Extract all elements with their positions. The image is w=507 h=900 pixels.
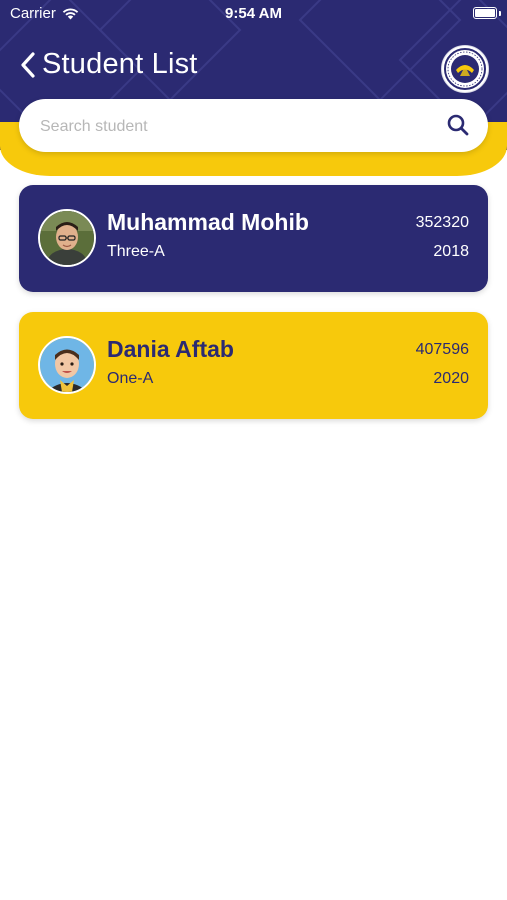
student-photo-boy <box>40 211 94 265</box>
student-id: 352320 <box>415 214 469 231</box>
back-button[interactable]: Student List <box>18 48 198 81</box>
search-icon[interactable] <box>446 113 470 137</box>
search-input[interactable] <box>38 99 442 154</box>
student-class: Three-A <box>107 243 165 260</box>
student-photo-child <box>40 338 94 392</box>
student-name: Dania Aftab <box>107 336 234 362</box>
battery-level <box>475 9 495 17</box>
student-avatar <box>38 209 96 267</box>
school-seal-icon <box>444 48 486 90</box>
status-bar: Carrier 9:54 AM <box>0 0 507 28</box>
battery-tip <box>499 11 501 16</box>
search-bar <box>19 99 488 154</box>
school-logo <box>441 45 489 93</box>
student-id: 407596 <box>415 341 469 358</box>
student-name: Muhammad Mohib <box>107 209 309 235</box>
status-time: 9:54 AM <box>225 5 282 22</box>
student-year: 2018 <box>433 243 469 260</box>
student-year: 2020 <box>433 370 469 387</box>
student-class: One-A <box>107 370 154 387</box>
page-title: Student List <box>42 48 198 80</box>
student-avatar <box>38 336 96 394</box>
chevron-left-icon <box>21 51 35 78</box>
student-card[interactable]: Muhammad Mohib Three-A 352320 2018 <box>19 185 488 292</box>
student-card[interactable]: Dania Aftab One-A 407596 2020 <box>19 312 488 419</box>
battery-icon <box>473 7 497 19</box>
